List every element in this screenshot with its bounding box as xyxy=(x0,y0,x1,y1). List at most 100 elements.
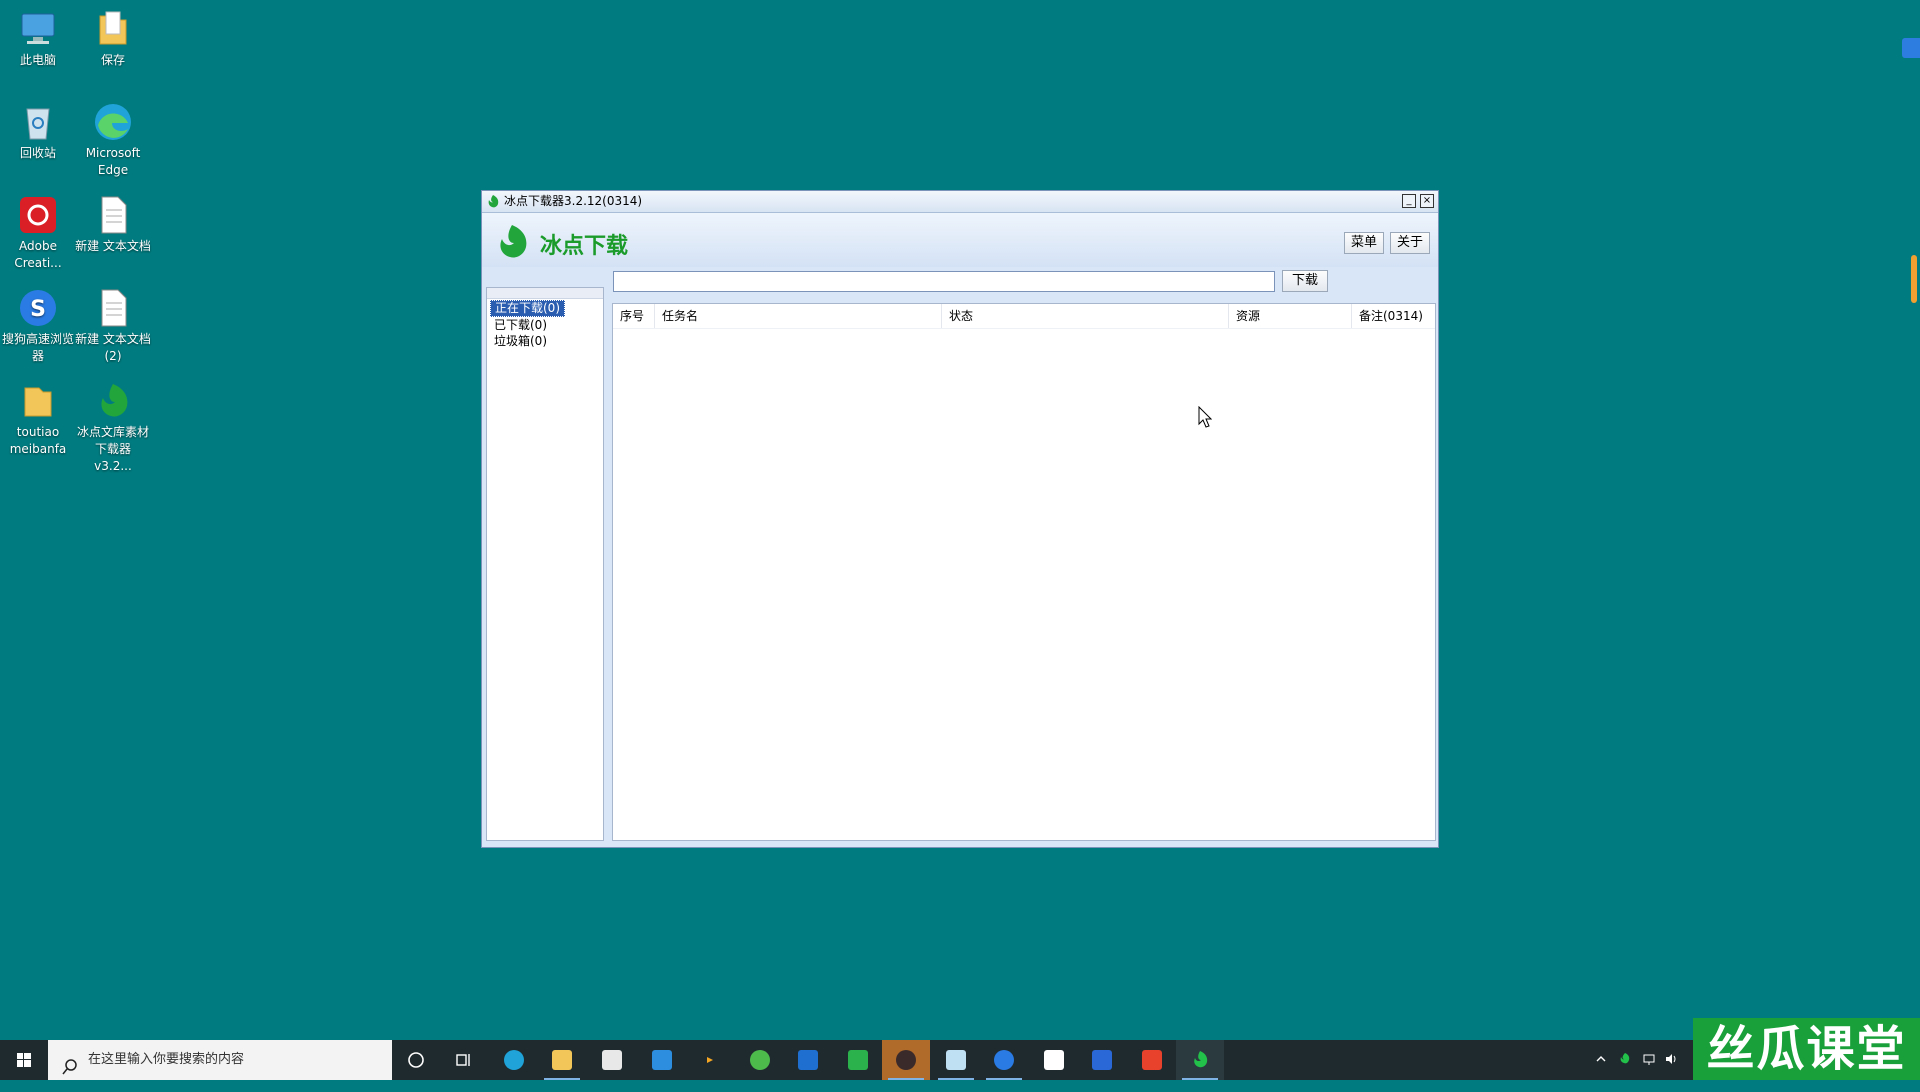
app-window: 冰点下载器3.2.12(0314) _ × 冰点下载 菜单 关于 下载 正在下载… xyxy=(481,190,1439,848)
column-header-notes[interactable]: 备注(0314) xyxy=(1352,304,1435,328)
minimize-button[interactable]: _ xyxy=(1402,194,1416,208)
desktop-icon-toutiao-folder[interactable]: toutiao meibanfa xyxy=(0,380,76,458)
edge-icon xyxy=(504,1050,524,1070)
title-bar[interactable]: 冰点下载器3.2.12(0314) _ × xyxy=(482,191,1438,213)
task-list[interactable]: 序号 任务名 状态 资源 备注(0314) xyxy=(612,303,1436,841)
computer-icon xyxy=(17,8,59,50)
desktop-icon-label: 回收站 xyxy=(19,146,56,160)
taskbar-app-camtasia[interactable] xyxy=(834,1040,882,1080)
desktop-icon-edge[interactable]: Microsoft Edge xyxy=(75,101,151,179)
desktop-icon-label: 保存 xyxy=(100,53,125,67)
adobe-cc-icon xyxy=(17,194,59,236)
column-header-task-name[interactable]: 任务名 xyxy=(655,304,942,328)
menu-button[interactable]: 菜单 xyxy=(1344,232,1385,254)
taskbar-app-green-browser[interactable] xyxy=(736,1040,784,1080)
task-view-icon xyxy=(456,1054,470,1066)
wps-writer-icon xyxy=(1092,1050,1112,1070)
task-list-header: 序号 任务名 状态 资源 备注(0314) xyxy=(613,304,1435,329)
desktop-icon-save-folder[interactable]: 保存 xyxy=(75,8,151,69)
sogou-icon xyxy=(994,1050,1014,1070)
search-placeholder: 在这里输入你要搜索的内容 xyxy=(88,1052,245,1067)
close-button[interactable]: × xyxy=(1420,194,1434,208)
edge-handle[interactable] xyxy=(1911,255,1917,303)
desktop-icon-adobe[interactable]: Adobe Creati... xyxy=(0,194,76,272)
taskbar-app-explorer[interactable] xyxy=(538,1040,586,1080)
about-button[interactable]: 关于 xyxy=(1390,232,1431,254)
notepad-icon xyxy=(946,1050,966,1070)
brand-logo-icon xyxy=(494,223,532,261)
taskbar-app-notepad[interactable] xyxy=(932,1040,980,1080)
camtasia-icon xyxy=(848,1050,868,1070)
column-header-status[interactable]: 状态 xyxy=(942,304,1229,328)
folder-icon xyxy=(92,8,134,50)
tray-overflow-icon[interactable] xyxy=(1594,1040,1610,1080)
app-logo-icon xyxy=(486,194,501,209)
sidebar-item-downloading[interactable]: 正在下载(0) xyxy=(490,300,565,317)
desktop-icon-label: 此电脑 xyxy=(19,53,56,67)
netdisk-icon xyxy=(1044,1050,1064,1070)
url-input[interactable] xyxy=(613,271,1275,292)
mouse-cursor-icon xyxy=(1198,405,1213,428)
desktop-icon-bingdian[interactable]: 冰点文库素材下载器 v3.2... xyxy=(75,380,151,475)
text-document-icon xyxy=(92,194,134,236)
taskbar-app-store[interactable] xyxy=(588,1040,636,1080)
taskbar-search[interactable]: 在这里输入你要搜索的内容 xyxy=(48,1040,392,1080)
link-icon[interactable] xyxy=(1902,38,1920,58)
taskbar-app-mail[interactable] xyxy=(638,1040,686,1080)
text-document-icon xyxy=(92,287,134,329)
desktop-icon-label: 冰点文库素材下载器 v3.2... xyxy=(76,425,149,473)
desktop-icon-text-doc[interactable]: 新建 文本文档 xyxy=(75,194,151,255)
edge-browser-icon xyxy=(92,101,134,143)
taskbar-app-red[interactable] xyxy=(1128,1040,1176,1080)
desktop-icon-label: Microsoft Edge xyxy=(85,146,141,177)
svg-text:S: S xyxy=(30,297,46,322)
taskbar-app-media[interactable] xyxy=(686,1040,734,1080)
bingdian-app-icon xyxy=(92,380,134,422)
sidebar-item-trash[interactable]: 垃圾箱(0) xyxy=(490,334,551,349)
taskbar: 在这里输入你要搜索的内容 xyxy=(0,1040,1920,1080)
column-header-resource[interactable]: 资源 xyxy=(1229,304,1352,328)
mail-icon xyxy=(652,1050,672,1070)
green-globe-icon xyxy=(750,1050,770,1070)
window-title: 冰点下载器3.2.12(0314) xyxy=(504,194,643,208)
taskbar-app-baidu-netdisk[interactable] xyxy=(1030,1040,1078,1080)
desktop-icon-label: 新建 文本文档 (2) xyxy=(75,332,151,363)
category-sidebar: 正在下载(0) 已下载(0) 垃圾箱(0) xyxy=(486,287,604,841)
desktop-icon-text-doc-2[interactable]: 新建 文本文档 (2) xyxy=(75,287,151,365)
taskbar-app-bingdian[interactable] xyxy=(1176,1040,1224,1080)
taskbar-app-edge[interactable] xyxy=(490,1040,538,1080)
window-app-icon xyxy=(798,1050,818,1070)
network-icon[interactable] xyxy=(1642,1040,1658,1080)
bingdian-icon xyxy=(1190,1050,1210,1070)
taskbar-app-avatar[interactable] xyxy=(882,1040,930,1080)
taskbar-app-sogou[interactable] xyxy=(980,1040,1028,1080)
download-button[interactable]: 下载 xyxy=(1282,270,1328,292)
media-icon xyxy=(700,1050,720,1070)
sidebar-header xyxy=(487,288,603,299)
start-button[interactable] xyxy=(0,1040,48,1080)
column-header-index[interactable]: 序号 xyxy=(613,304,655,328)
cortana-icon xyxy=(408,1052,424,1068)
desktop-icon-label: Adobe Creati... xyxy=(14,239,62,270)
red-app-icon xyxy=(1142,1050,1162,1070)
file-explorer-icon xyxy=(552,1050,572,1070)
watermark-brand: 丝瓜课堂 xyxy=(1693,1018,1920,1080)
taskbar-app-wps[interactable] xyxy=(1078,1040,1126,1080)
tray-bingdian-icon[interactable] xyxy=(1618,1040,1634,1080)
folder-icon xyxy=(17,380,59,422)
cortana-button[interactable] xyxy=(392,1040,440,1080)
desktop-icon-recycle-bin[interactable]: 回收站 xyxy=(0,101,76,162)
windows-logo-icon xyxy=(17,1053,31,1067)
recycle-bin-icon xyxy=(17,101,59,143)
sogou-browser-icon: S xyxy=(17,287,59,329)
desktop-icon-this-pc[interactable]: 此电脑 xyxy=(0,8,76,69)
search-icon xyxy=(62,1052,78,1075)
desktop-icon-label: 新建 文本文档 xyxy=(75,239,151,253)
sidebar-item-downloaded[interactable]: 已下载(0) xyxy=(490,318,551,333)
avatar-icon xyxy=(896,1050,916,1070)
taskbar-app-blue-window[interactable] xyxy=(784,1040,832,1080)
desktop-icon-sogou[interactable]: S 搜狗高速浏览器 xyxy=(0,287,76,365)
volume-icon[interactable] xyxy=(1664,1040,1680,1080)
store-icon xyxy=(602,1050,622,1070)
task-view-button[interactable] xyxy=(440,1040,488,1080)
